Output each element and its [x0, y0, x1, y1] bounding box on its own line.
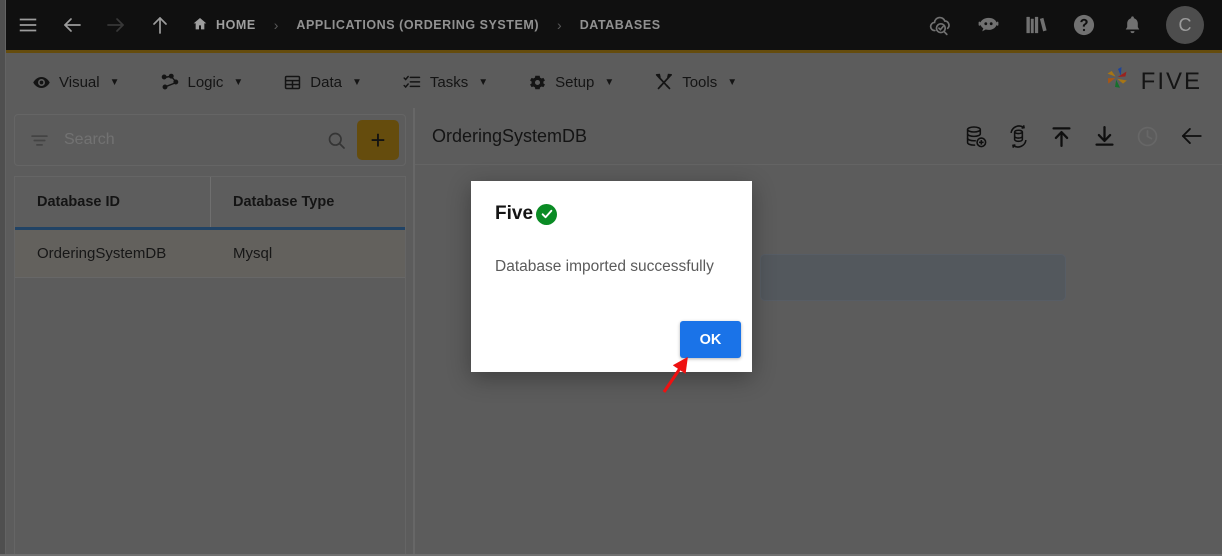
green-check-icon: [536, 203, 558, 225]
dialog-title: Five: [495, 203, 534, 224]
dialog-message: Database imported successfully: [495, 258, 714, 275]
dialog-title-row: Five: [495, 203, 728, 225]
ok-button[interactable]: OK: [680, 321, 741, 358]
success-dialog: Five Database imported successfully OK: [471, 181, 752, 372]
application-window: HOME › APPLICATIONS (ORDERING SYSTEM) › …: [0, 0, 1222, 556]
